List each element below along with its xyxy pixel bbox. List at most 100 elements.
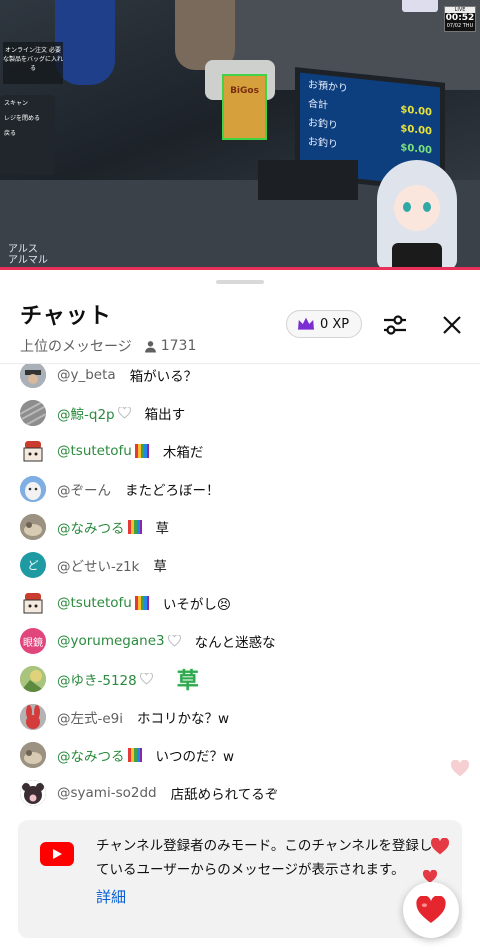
rainbow-badge-icon xyxy=(127,748,142,762)
video-top-badge xyxy=(402,0,438,12)
chat-message[interactable]: @tsutetofu いそがし😣 xyxy=(0,588,480,618)
avatar xyxy=(20,364,46,388)
avatar xyxy=(20,514,46,540)
filter-settings-button[interactable] xyxy=(379,309,411,341)
chat-message[interactable]: @syami-so2dd 店舐められてるぞ xyxy=(0,778,480,808)
xp-label: 0 XP xyxy=(320,316,350,332)
chat-message[interactable]: @左式-e9i ホコリかな？w xyxy=(0,702,480,732)
notice-text: チャンネル登録者のみモード。このチャンネルを登録しているユーザーからのメッセージ… xyxy=(96,838,433,878)
avatar xyxy=(20,780,46,806)
avatar xyxy=(20,666,46,692)
close-button[interactable] xyxy=(437,309,467,341)
landscape-avatar-icon xyxy=(20,666,46,692)
heart-outline-icon xyxy=(117,407,131,419)
member-badge xyxy=(134,596,149,610)
chat-message[interactable]: ど @どせい-z1k 草 xyxy=(0,550,480,580)
chat-message[interactable]: 眼鏡 @yorumegane3 なんと迷惑な xyxy=(0,626,480,656)
message-text: 箱がいる？ xyxy=(129,369,198,385)
floating-heart-icon xyxy=(450,760,470,777)
member-heart-badge xyxy=(167,635,181,647)
message-author: @tsutetofu xyxy=(57,443,132,459)
avatar xyxy=(20,742,46,768)
message-author: @どせい-z1k xyxy=(57,559,140,575)
member-badge xyxy=(127,748,142,762)
rainbow-badge-icon xyxy=(134,596,149,610)
chat-title: チャット xyxy=(20,304,112,329)
chat-message[interactable]: @なみつる いつのだ？w xyxy=(0,740,480,770)
notice-details-link[interactable]: 詳細 xyxy=(96,886,126,907)
video-timer: LIVE 00:52 07/02 THU xyxy=(444,6,476,32)
message-author: @tsutetofu xyxy=(57,595,132,611)
person-icon xyxy=(144,340,156,352)
avatar-face-icon xyxy=(20,364,46,388)
chat-mode-selector[interactable]: 上位のメッセージ 1731 xyxy=(20,336,196,356)
youtube-icon xyxy=(40,842,74,866)
avatar xyxy=(20,438,46,464)
reaction-heart-button[interactable] xyxy=(403,882,459,938)
video-left-menu: スキャン レジを閉める 戻る xyxy=(0,95,55,175)
ghost-avatar-icon xyxy=(20,476,46,502)
message-author: @ぞーん xyxy=(57,483,111,499)
tune-icon xyxy=(384,315,406,335)
message-text: いそがし😣 xyxy=(162,597,231,613)
member-heart-badge xyxy=(139,673,153,685)
floating-heart-icon xyxy=(430,838,450,855)
drag-handle[interactable] xyxy=(216,280,264,284)
message-text: 草 xyxy=(153,559,167,575)
rainbow-badge-icon xyxy=(134,444,149,458)
message-text: またどろぼー！ xyxy=(125,483,220,499)
chat-message[interactable]: @ぞーん またどろぼー！ xyxy=(0,474,480,504)
video-channel-logo: アルス アルマル xyxy=(8,244,48,266)
message-list[interactable]: @y_beta 箱がいる？ @鯨-q2p 箱出す @tsutetofu 木箱だ xyxy=(0,364,480,812)
heart-outline-icon xyxy=(167,635,181,647)
video-order-panel: オンライン注文 必要な製品をバッグに入れる xyxy=(3,42,63,84)
xp-chip[interactable]: 0 XP xyxy=(286,310,363,338)
avatar: ど xyxy=(20,552,46,578)
video-customer-1 xyxy=(55,0,115,85)
chat-message[interactable]: @y_beta 箱がいる？ xyxy=(0,364,480,390)
crown-icon xyxy=(298,317,314,330)
avatar xyxy=(20,476,46,502)
member-heart-badge xyxy=(117,407,131,419)
avatar-initial: 眼鏡 xyxy=(23,637,43,649)
viewer-count-value: 1731 xyxy=(160,338,197,354)
avatar xyxy=(20,590,46,616)
video-product-box: BiGos xyxy=(222,74,267,140)
rabbit-avatar-icon xyxy=(20,704,46,730)
chat-message[interactable]: @tsutetofu 木箱だ xyxy=(0,436,480,466)
member-badge xyxy=(134,444,149,458)
close-icon xyxy=(443,316,461,334)
message-author: @なみつる xyxy=(57,749,125,765)
rainbow-badge-icon xyxy=(127,520,142,534)
video-player[interactable]: BiGos オンライン注文 必要な製品をバッグに入れる スキャン レジを閉める … xyxy=(0,0,480,270)
chat-mode-label: 上位のメッセージ xyxy=(20,339,132,355)
photo-avatar-icon xyxy=(20,514,46,540)
message-text: 木箱だ xyxy=(162,445,204,461)
message-author: @なみつる xyxy=(57,521,125,537)
tofu-avatar-icon xyxy=(23,593,43,614)
message-author: @syami-so2dd xyxy=(57,785,157,801)
message-author: @yorumegane3 xyxy=(57,633,165,649)
tofu-avatar-icon xyxy=(23,441,43,462)
message-author: @左式-e9i xyxy=(57,711,124,727)
avatar xyxy=(20,400,46,426)
message-text: 箱出す xyxy=(144,407,186,423)
chat-message[interactable]: @ゆき-5128 草 xyxy=(0,664,480,694)
heart-icon xyxy=(416,895,446,923)
chat-message[interactable]: @なみつる 草 xyxy=(0,512,480,542)
message-text: なんと迷惑な xyxy=(194,635,276,651)
photo-avatar-icon xyxy=(20,742,46,768)
avatar xyxy=(20,704,46,730)
message-author: @ゆき-5128 xyxy=(57,673,137,689)
video-vtuber-avatar xyxy=(372,155,462,270)
avatar-initial: ど xyxy=(27,559,39,572)
message-text-emote: 草 xyxy=(176,669,199,694)
message-text: いつのだ？w xyxy=(155,749,235,765)
heart-outline-icon xyxy=(139,673,153,685)
avatar-pattern-icon xyxy=(20,400,46,426)
message-author: @鯨-q2p xyxy=(57,407,115,423)
chat-message[interactable]: @鯨-q2p 箱出す xyxy=(0,398,480,428)
bear-avatar-icon xyxy=(20,780,46,806)
member-badge xyxy=(127,520,142,534)
subscriber-mode-notice: チャンネル登録者のみモード。このチャンネルを登録しているユーザーからのメッセージ… xyxy=(18,820,462,938)
